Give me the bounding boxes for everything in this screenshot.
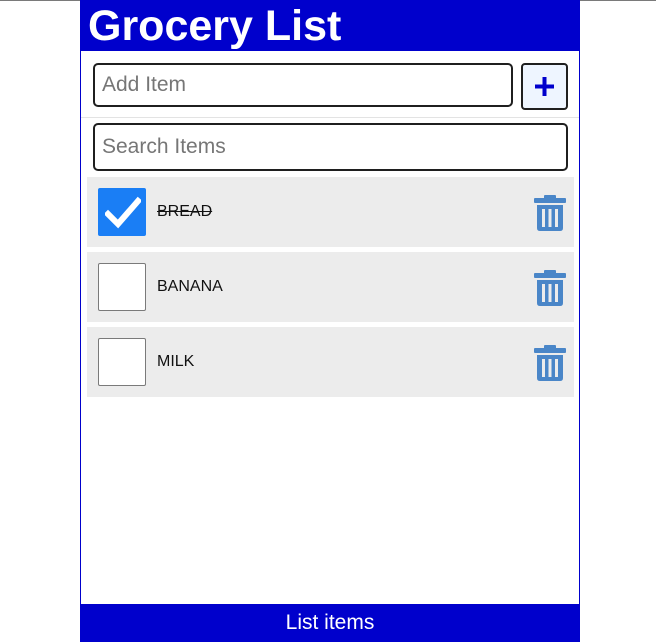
- list-item: MILK: [87, 327, 574, 397]
- footer-label: List items: [285, 611, 375, 634]
- trash-icon[interactable]: [534, 345, 566, 381]
- trash-icon[interactable]: [534, 195, 566, 231]
- add-item-form: [81, 51, 579, 118]
- item-checkbox[interactable]: [98, 188, 146, 236]
- page-title: Grocery List: [88, 2, 342, 50]
- item-checkbox[interactable]: [98, 263, 146, 311]
- search-bar: [81, 118, 579, 176]
- checkmark-icon: [105, 196, 141, 229]
- item-label: BREAD: [157, 203, 213, 220]
- plus-icon: [535, 77, 554, 96]
- item-label: MILK: [157, 353, 195, 370]
- app-container: Grocery List BREAD: [80, 0, 580, 642]
- search-input[interactable]: [93, 123, 568, 171]
- list-item: BREAD: [87, 177, 574, 247]
- item-label: BANANA: [157, 278, 223, 295]
- app-header: Grocery List: [81, 0, 579, 51]
- app-footer: List items: [81, 604, 579, 642]
- add-item-input[interactable]: [93, 63, 513, 107]
- grocery-list: BREAD BANANA MILK: [87, 177, 574, 402]
- item-checkbox[interactable]: [98, 338, 146, 386]
- add-item-button[interactable]: [521, 63, 568, 110]
- list-item: BANANA: [87, 252, 574, 322]
- trash-icon[interactable]: [534, 270, 566, 306]
